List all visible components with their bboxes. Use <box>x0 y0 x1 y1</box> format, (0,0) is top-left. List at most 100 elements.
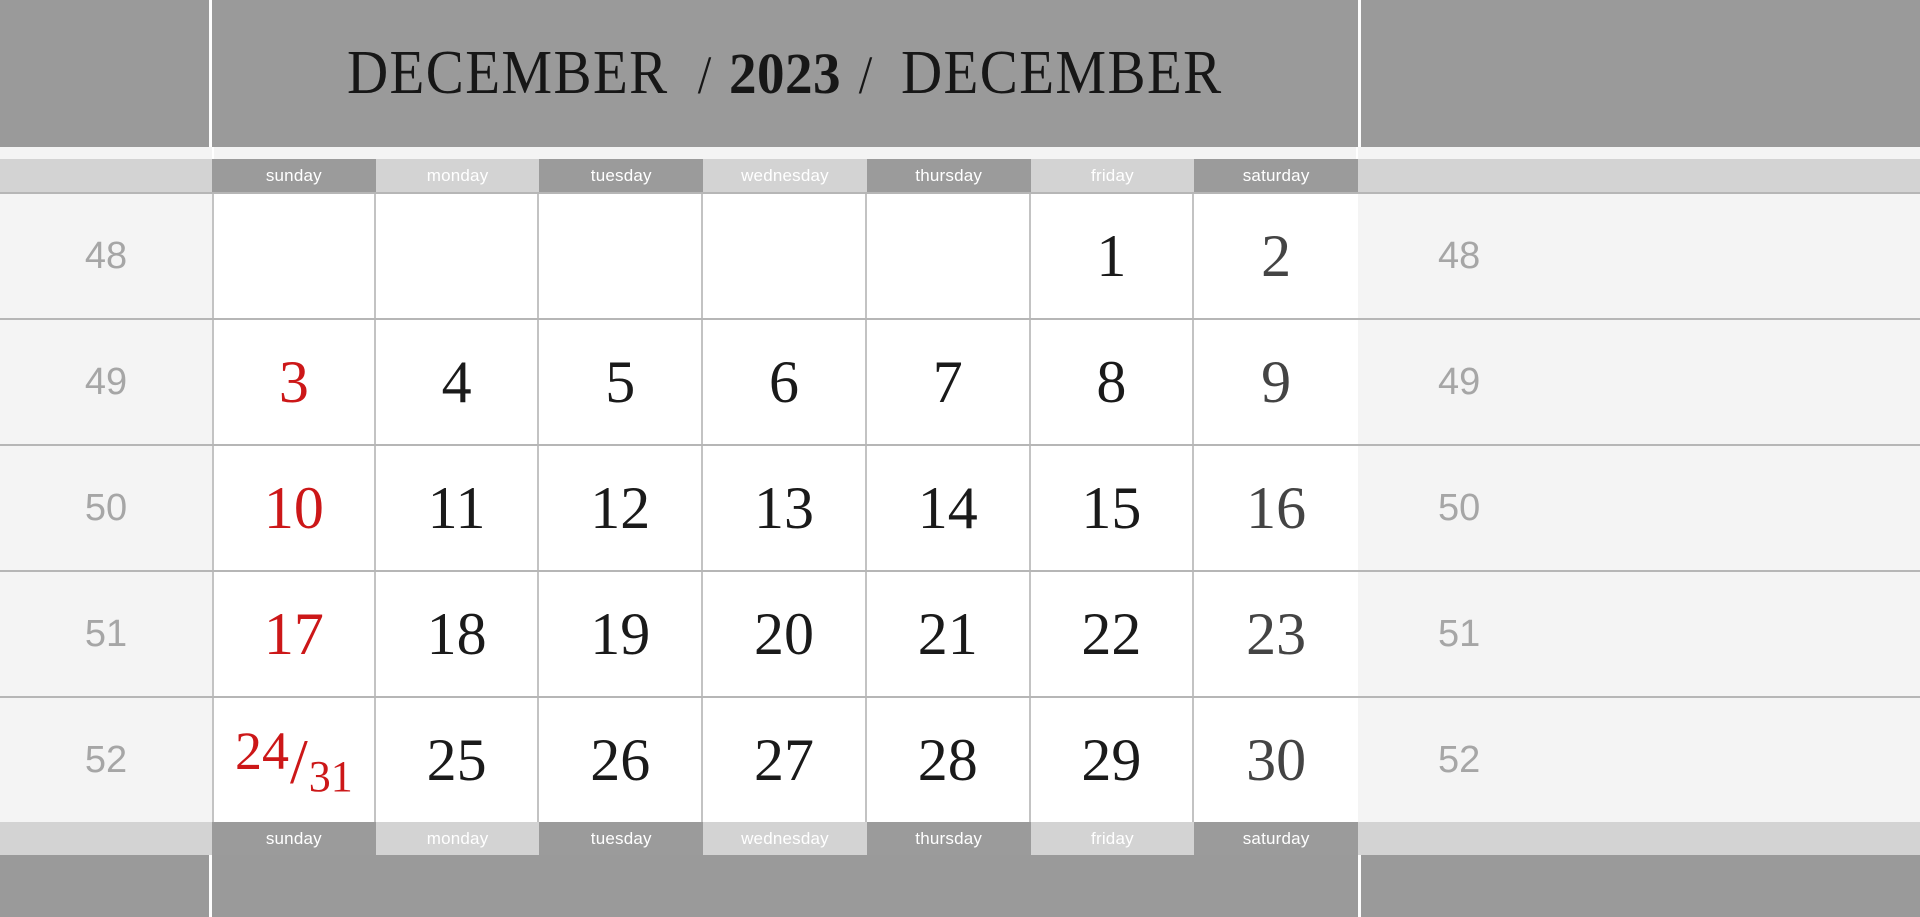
week-number-right: 52 <box>1358 698 1920 822</box>
week-number-left: 52 <box>0 698 212 822</box>
week-row: 50 10 11 12 13 14 15 16 50 <box>0 446 1920 572</box>
day-cell[interactable]: 17 <box>212 572 376 696</box>
day-cell-24-31[interactable]: 24 / 31 <box>212 698 376 822</box>
weekday-bottom-cells: sunday monday tuesday wednesday thursday… <box>212 822 1358 855</box>
weekday-header-thursday[interactable]: thursday <box>866 159 1031 192</box>
day-cell[interactable]: 19 <box>539 572 704 696</box>
day-cell[interactable]: 25 <box>376 698 540 822</box>
day-cell[interactable]: 12 <box>539 446 704 570</box>
day-cell[interactable]: 26 <box>539 698 704 822</box>
weekday-header-monday[interactable]: monday <box>375 159 540 192</box>
day-cell[interactable]: 23 <box>1194 572 1358 696</box>
calendar-title: DECEMBER / 2023 / DECEMBER <box>333 38 1236 109</box>
day-cell[interactable] <box>212 194 376 318</box>
title-month-right: DECEMBER <box>900 39 1223 107</box>
fraction-denominator: 31 <box>308 752 353 801</box>
calendar-grid: 48 1 2 48 49 3 4 5 6 7 8 9 49 50 10 11 1… <box>0 192 1920 822</box>
double-day-fraction: 24 / 31 <box>235 724 353 799</box>
header-title-zone: DECEMBER / 2023 / DECEMBER <box>212 0 1358 147</box>
footer-left-cap <box>0 855 212 917</box>
title-month-left: DECEMBER <box>347 39 670 107</box>
weekday-top-cells: sunday monday tuesday wednesday thursday… <box>212 159 1358 192</box>
week-number-right: 51 <box>1358 572 1920 696</box>
day-cell[interactable]: 13 <box>703 446 867 570</box>
weekday-header-friday[interactable]: friday <box>1030 159 1195 192</box>
title-year: 2023 <box>728 41 842 106</box>
weekday-footer-tuesday[interactable]: tuesday <box>539 822 704 855</box>
day-cell[interactable]: 27 <box>703 698 867 822</box>
week-number-left: 49 <box>0 320 212 444</box>
weekday-top-right-pad <box>1358 159 1920 192</box>
weekday-header-wednesday[interactable]: wednesday <box>703 159 867 192</box>
week-row: 52 24 / 31 25 26 27 28 29 30 52 <box>0 698 1920 822</box>
day-cell[interactable]: 6 <box>703 320 867 444</box>
day-cell[interactable]: 29 <box>1031 698 1195 822</box>
title-separator-left: / <box>697 45 712 105</box>
week-number-left: 51 <box>0 572 212 696</box>
week-day-cells: 1 2 <box>212 194 1358 318</box>
week-number-right: 50 <box>1358 446 1920 570</box>
day-cell[interactable]: 16 <box>1194 446 1358 570</box>
week-row: 49 3 4 5 6 7 8 9 49 <box>0 320 1920 446</box>
week-number-right: 48 <box>1358 194 1920 318</box>
weekday-footer-friday[interactable]: friday <box>1030 822 1195 855</box>
weekday-bottom-left-pad <box>0 822 212 855</box>
weekday-header-sunday[interactable]: sunday <box>212 159 376 192</box>
calendar-page: DECEMBER / 2023 / DECEMBER sunday monday… <box>0 0 1920 917</box>
week-day-cells: 17 18 19 20 21 22 23 <box>212 572 1358 696</box>
weekday-top-left-pad <box>0 159 212 192</box>
calendar-footer-band <box>0 855 1920 917</box>
footer-right-cap <box>1358 855 1920 917</box>
header-gap-strip <box>0 147 1920 159</box>
week-number-left: 50 <box>0 446 212 570</box>
weekday-footer-monday[interactable]: monday <box>375 822 540 855</box>
day-cell[interactable] <box>867 194 1031 318</box>
week-row: 51 17 18 19 20 21 22 23 51 <box>0 572 1920 698</box>
weekday-footer-sunday[interactable]: sunday <box>212 822 376 855</box>
day-cell[interactable]: 15 <box>1031 446 1195 570</box>
day-cell[interactable] <box>376 194 540 318</box>
day-cell[interactable]: 30 <box>1194 698 1358 822</box>
weekday-bottom-right-pad <box>1358 822 1920 855</box>
title-separator-right: / <box>858 45 873 105</box>
day-cell[interactable]: 22 <box>1031 572 1195 696</box>
header-right-cap <box>1358 0 1920 147</box>
footer-middle <box>212 855 1358 917</box>
weekday-header-tuesday[interactable]: tuesday <box>539 159 704 192</box>
day-cell[interactable]: 4 <box>376 320 540 444</box>
day-cell[interactable]: 8 <box>1031 320 1195 444</box>
week-number-right: 49 <box>1358 320 1920 444</box>
weekday-footer-wednesday[interactable]: wednesday <box>703 822 867 855</box>
week-day-cells: 24 / 31 25 26 27 28 29 30 <box>212 698 1358 822</box>
day-cell[interactable] <box>703 194 867 318</box>
week-day-cells: 3 4 5 6 7 8 9 <box>212 320 1358 444</box>
day-cell[interactable]: 14 <box>867 446 1031 570</box>
weekday-footer-saturday[interactable]: saturday <box>1194 822 1358 855</box>
fraction-numerator: 24 <box>234 721 289 781</box>
day-cell[interactable]: 21 <box>867 572 1031 696</box>
day-cell[interactable]: 20 <box>703 572 867 696</box>
day-cell[interactable]: 10 <box>212 446 376 570</box>
weekday-footer-thursday[interactable]: thursday <box>866 822 1031 855</box>
weekday-header-bottom: sunday monday tuesday wednesday thursday… <box>0 822 1920 855</box>
header-left-cap <box>0 0 212 147</box>
day-cell[interactable]: 28 <box>867 698 1031 822</box>
gap-tick-right <box>1356 147 1358 159</box>
day-cell[interactable] <box>539 194 704 318</box>
day-cell[interactable]: 2 <box>1194 194 1358 318</box>
week-row: 48 1 2 48 <box>0 194 1920 320</box>
day-cell[interactable]: 18 <box>376 572 540 696</box>
gap-tick-left <box>212 147 214 159</box>
day-cell[interactable]: 7 <box>867 320 1031 444</box>
week-day-cells: 10 11 12 13 14 15 16 <box>212 446 1358 570</box>
day-cell[interactable]: 5 <box>539 320 704 444</box>
weekday-header-saturday[interactable]: saturday <box>1194 159 1358 192</box>
calendar-header-band: DECEMBER / 2023 / DECEMBER <box>0 0 1920 147</box>
day-cell[interactable]: 1 <box>1031 194 1195 318</box>
day-cell[interactable]: 3 <box>212 320 376 444</box>
day-cell[interactable]: 11 <box>376 446 540 570</box>
week-number-left: 48 <box>0 194 212 318</box>
day-cell[interactable]: 9 <box>1194 320 1358 444</box>
fraction-slash: / <box>289 726 308 797</box>
weekday-header-top: sunday monday tuesday wednesday thursday… <box>0 159 1920 192</box>
